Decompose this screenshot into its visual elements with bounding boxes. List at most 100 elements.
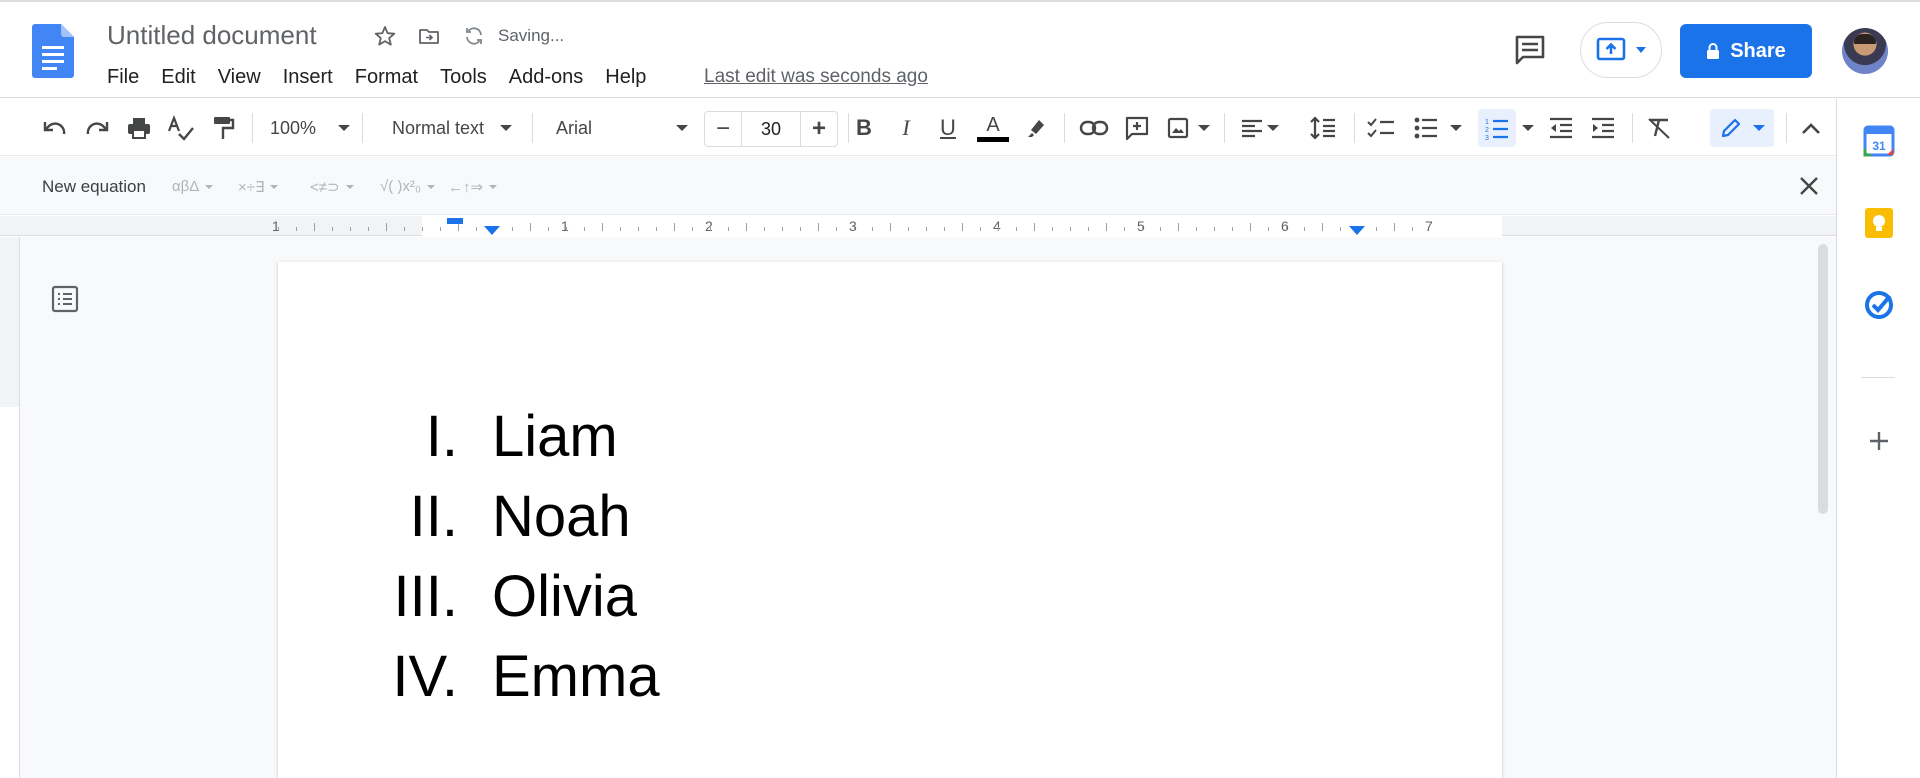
clear-formatting-icon[interactable] (1644, 113, 1674, 143)
ruler-tick (1142, 227, 1143, 231)
document-title[interactable]: Untitled document (107, 20, 317, 51)
checklist-icon[interactable] (1366, 113, 1396, 143)
undo-icon[interactable] (40, 113, 70, 143)
increase-font-size-button[interactable]: + (801, 112, 837, 146)
add-comment-icon[interactable] (1122, 113, 1152, 143)
ruler-tick (278, 227, 279, 231)
decrease-indent-icon[interactable] (1546, 113, 1576, 143)
line-spacing-icon[interactable] (1308, 113, 1338, 143)
ruler-tick (1214, 227, 1215, 231)
divider (1224, 113, 1225, 143)
align-left-icon (1242, 119, 1262, 138)
ruler-tick (836, 227, 837, 231)
italic-button[interactable]: I (894, 113, 918, 143)
relations-menu[interactable]: <≠⊃ (310, 178, 354, 196)
redo-icon[interactable] (82, 113, 112, 143)
add-icon[interactable] (1863, 425, 1895, 457)
divider (362, 113, 363, 143)
last-edit-link[interactable]: Last edit was seconds ago (704, 66, 928, 88)
ruler-tick (1124, 227, 1125, 231)
ruler-tick (980, 227, 981, 231)
vertical-scrollbar[interactable] (1818, 244, 1828, 514)
decrease-font-size-button[interactable]: − (705, 112, 741, 146)
list-item-number: II. (409, 484, 458, 549)
menu-addons[interactable]: Add-ons (498, 64, 595, 90)
right-indent-marker[interactable] (1349, 226, 1365, 235)
chevron-up-icon[interactable] (1796, 113, 1826, 143)
chevron-down-icon (489, 185, 498, 189)
menu-file[interactable]: File (96, 64, 150, 90)
ruler-label: 6 (1281, 218, 1289, 234)
link-icon[interactable] (1078, 113, 1110, 143)
left-indent-marker[interactable] (484, 226, 500, 235)
divider (848, 113, 849, 143)
menu-edit[interactable]: Edit (150, 64, 206, 90)
calendar-icon[interactable]: 31 (1863, 125, 1895, 157)
font-select[interactable]: Arial (556, 113, 692, 143)
increase-indent-icon[interactable] (1588, 113, 1618, 143)
menu-format[interactable]: Format (344, 64, 429, 90)
align-button[interactable] (1238, 113, 1282, 143)
arrows-menu[interactable]: ←↑⇒ (448, 178, 498, 196)
paint-format-icon[interactable] (208, 113, 238, 143)
equation-toolbar: New equation αβΔ ×÷∃ <≠⊃ √( )x²₀ ←↑⇒ (0, 157, 1836, 215)
font-size-input[interactable]: 30 (741, 112, 801, 146)
zoom-value: 100% (269, 117, 317, 138)
menu-view[interactable]: View (207, 64, 272, 90)
print-icon[interactable] (124, 113, 154, 143)
ruler-label: 3 (849, 218, 857, 234)
keep-icon[interactable] (1863, 207, 1895, 239)
greek-letters-menu[interactable]: αβΔ (172, 178, 214, 195)
ruler-tick (818, 223, 819, 231)
underline-button[interactable]: U (936, 113, 960, 143)
menu-tools[interactable]: Tools (429, 64, 498, 90)
editing-mode-button[interactable] (1710, 109, 1774, 147)
ruler-label: 4 (993, 218, 1001, 234)
new-equation-button[interactable]: New equation (42, 177, 146, 197)
ruler-tick (404, 227, 405, 231)
zoom-select[interactable]: 100% (269, 113, 351, 143)
present-button[interactable] (1580, 22, 1662, 78)
share-button[interactable]: Share (1680, 24, 1812, 78)
ruler-tick (1178, 223, 1179, 231)
bulleted-list-icon (1414, 117, 1437, 139)
operators-menu[interactable]: ×÷∃ (238, 178, 279, 196)
list-item-text: Olivia (492, 564, 638, 629)
ruler-tick (1250, 223, 1251, 231)
numbered-list-menu-button[interactable] (1520, 113, 1536, 143)
ruler-tick (368, 227, 369, 231)
comment-history-icon[interactable] (1512, 32, 1548, 68)
menu-insert[interactable]: Insert (272, 64, 344, 90)
avatar[interactable] (1842, 28, 1888, 74)
style-select[interactable]: Normal text (384, 113, 520, 143)
ruler-tick (1376, 227, 1377, 231)
bulleted-list-button[interactable] (1410, 113, 1466, 143)
ruler-label: 1 (561, 218, 569, 234)
insert-image-button[interactable] (1164, 113, 1212, 143)
ruler-tick (296, 227, 297, 231)
move-folder-icon[interactable] (415, 22, 443, 50)
document-outline-icon[interactable] (50, 284, 80, 314)
ruler-tick (1286, 227, 1287, 231)
spellcheck-icon[interactable] (166, 113, 196, 143)
docs-logo-icon[interactable] (32, 24, 74, 78)
math-operations-menu[interactable]: √( )x²₀ (380, 178, 436, 195)
bold-button[interactable]: B (852, 113, 876, 143)
numbered-list-button[interactable]: 123 (1478, 109, 1516, 147)
highlight-icon[interactable] (1022, 113, 1052, 143)
ruler-label: 5 (1137, 218, 1145, 234)
ruler-tick (1322, 223, 1323, 231)
svg-text:2: 2 (1485, 127, 1489, 134)
document-page[interactable]: I. Liam II. Noah III. Olivia IV. Emma (278, 262, 1502, 778)
first-line-indent-marker[interactable] (447, 218, 463, 224)
ruler-tick (872, 227, 873, 231)
text-color-button[interactable]: A (976, 113, 1010, 143)
divider (252, 113, 253, 143)
close-icon[interactable] (1796, 173, 1822, 199)
menu-bar: File Edit View Insert Format Tools Add-o… (96, 64, 657, 90)
star-icon[interactable] (371, 22, 399, 50)
svg-text:3: 3 (1485, 135, 1489, 140)
chevron-down-icon (1198, 125, 1210, 131)
tasks-icon[interactable] (1863, 289, 1895, 321)
menu-help[interactable]: Help (594, 64, 657, 90)
